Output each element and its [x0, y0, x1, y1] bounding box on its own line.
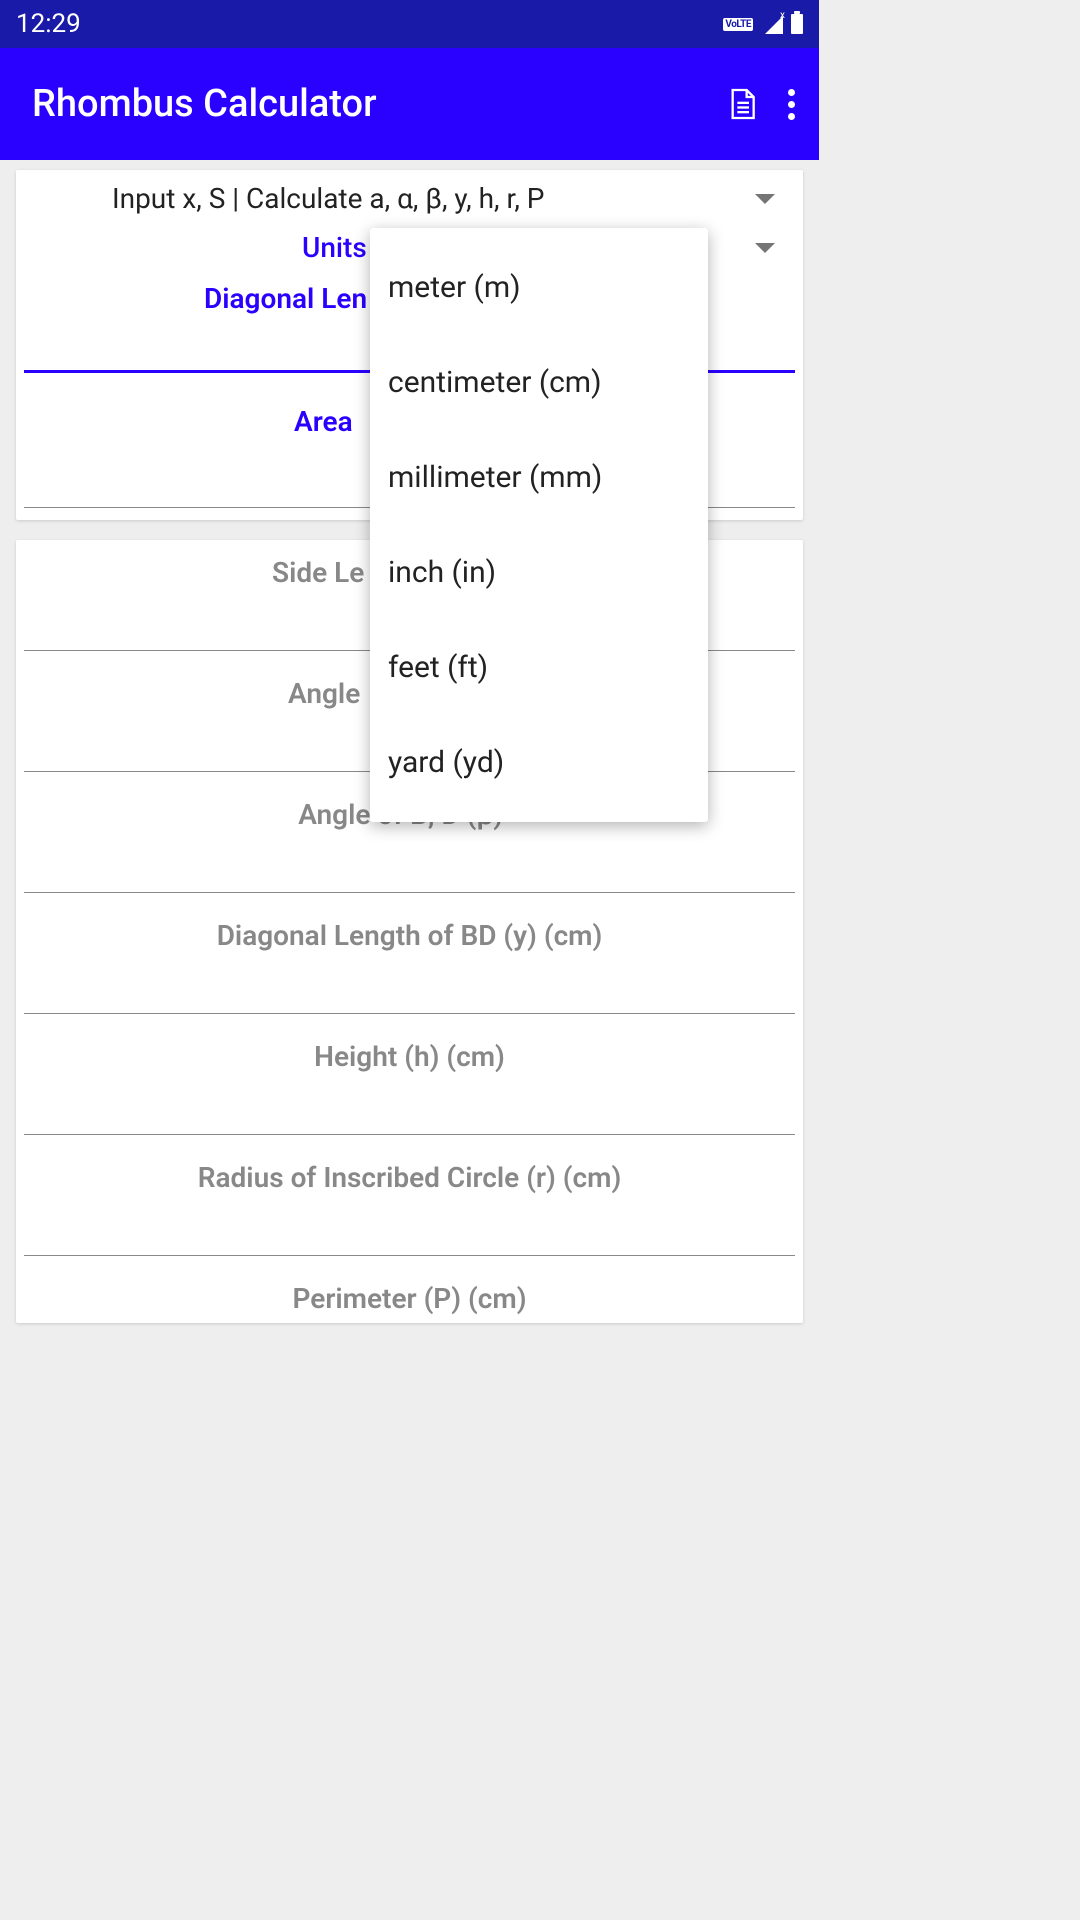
dropdown-item-meter[interactable]: meter (m) [370, 240, 708, 335]
mode-spinner-text: Input x, S | Calculate a, α, β, y, h, r,… [32, 182, 544, 215]
more-vert-icon[interactable] [788, 89, 795, 120]
height-group: Height (h) (cm) [24, 1022, 795, 1143]
status-time: 12:29 [16, 9, 81, 39]
radius-output [24, 1194, 795, 1256]
radius-group: Radius of Inscribed Circle (r) (cm) [24, 1143, 795, 1264]
app-bar-actions [728, 87, 803, 121]
dropdown-item-centimeter[interactable]: centimeter (cm) [370, 335, 708, 430]
chevron-down-icon [755, 243, 775, 253]
units-label: Units [32, 231, 367, 264]
volte-icon: VoLTE [723, 18, 753, 31]
document-icon[interactable] [728, 87, 756, 121]
diagonal-bd-group: Diagonal Length of BD (y) (cm) [24, 901, 795, 1022]
dropdown-item-yard[interactable]: yard (yd) [370, 715, 708, 810]
battery-icon [791, 14, 803, 34]
height-label: Height (h) (cm) [24, 1022, 795, 1073]
signal-icon: x [761, 14, 783, 34]
chevron-down-icon [755, 194, 775, 204]
radius-label: Radius of Inscribed Circle (r) (cm) [24, 1143, 795, 1194]
dropdown-item-inch[interactable]: inch (in) [370, 525, 708, 620]
diagonal-bd-output [24, 952, 795, 1014]
dropdown-item-millimeter[interactable]: millimeter (mm) [370, 430, 708, 525]
app-title: Rhombus Calculator [32, 82, 377, 126]
status-bar: 12:29 VoLTE x [0, 0, 819, 48]
dropdown-item-feet[interactable]: feet (ft) [370, 620, 708, 715]
status-icons: VoLTE x [723, 14, 803, 34]
units-dropdown-menu: meter (m) centimeter (cm) millimeter (mm… [370, 228, 708, 822]
diagonal-bd-label: Diagonal Length of BD (y) (cm) [24, 901, 795, 952]
perimeter-group: Perimeter (P) (cm) [24, 1264, 795, 1323]
perimeter-label: Perimeter (P) (cm) [24, 1264, 795, 1315]
mode-spinner[interactable]: Input x, S | Calculate a, α, β, y, h, r,… [24, 170, 795, 227]
height-output [24, 1073, 795, 1135]
angle-b-output [24, 831, 795, 893]
app-bar: Rhombus Calculator [0, 48, 819, 160]
